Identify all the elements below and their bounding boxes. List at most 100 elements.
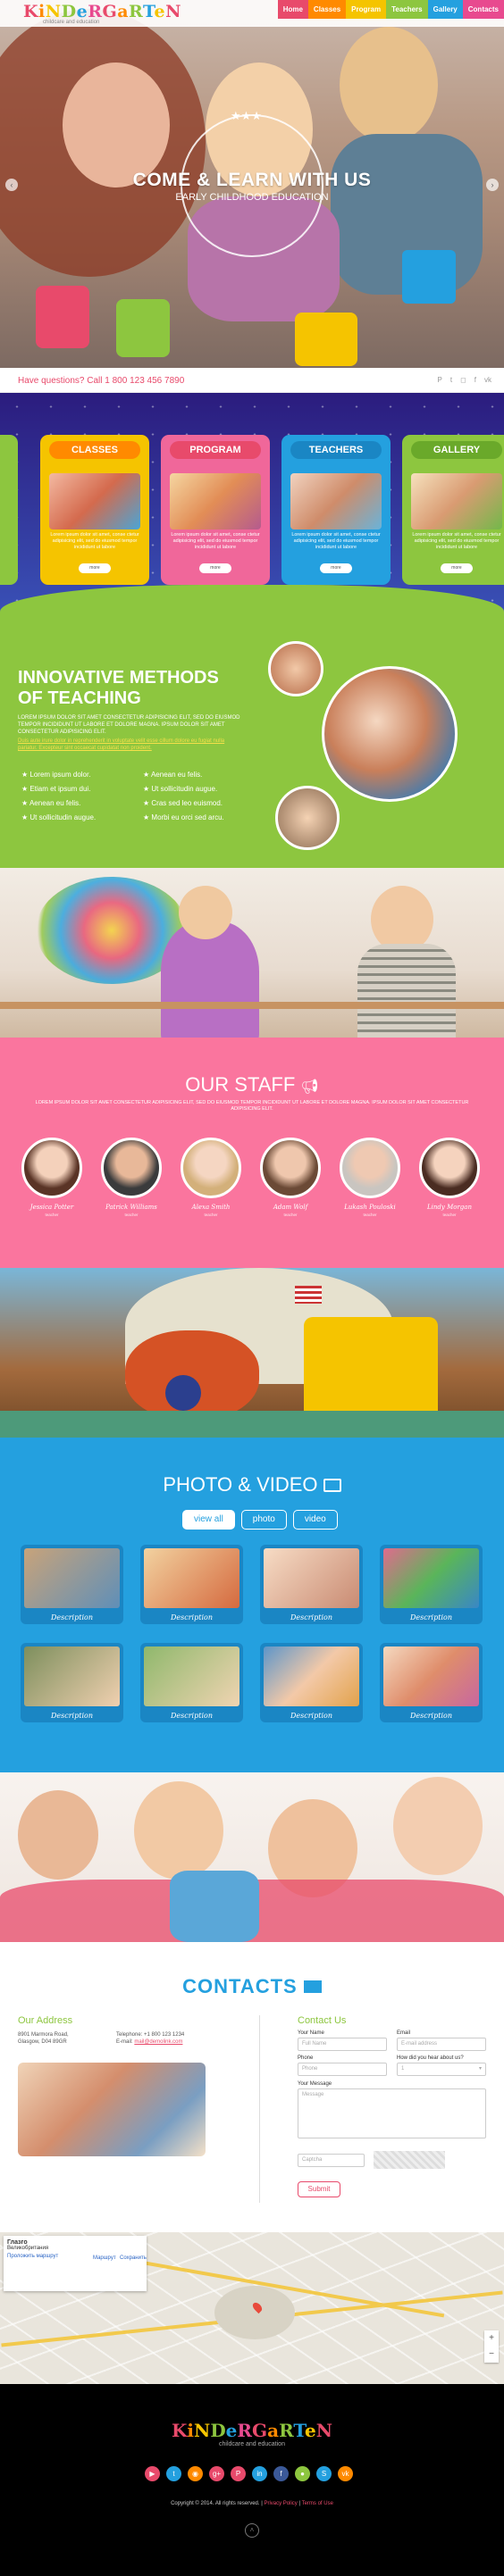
gallery-item[interactable]: Description — [260, 1545, 363, 1624]
facebook-icon[interactable]: f — [475, 376, 476, 384]
class-card-classes[interactable]: CLASSES Lorem ipsum dolor sit amet, cons… — [40, 435, 149, 585]
contact-form-heading: Contact Us — [298, 2015, 347, 2026]
member-name: Patrick Williams — [105, 1204, 157, 1211]
nav-classes[interactable]: Classes — [307, 0, 347, 19]
card-text: Lorem ipsum dolor sit amet, conse ctetur… — [50, 532, 139, 550]
gallery-image — [383, 1646, 479, 1706]
message-textarea[interactable]: Message — [298, 2088, 486, 2138]
rss-icon[interactable]: ◉ — [188, 2466, 203, 2481]
filter-view-all[interactable]: view all — [182, 1510, 235, 1530]
slider-prev-icon[interactable]: ‹ — [5, 179, 18, 191]
twitter-icon[interactable]: t — [450, 376, 452, 384]
gallery-item[interactable]: Description — [380, 1643, 483, 1722]
skype-icon[interactable]: S — [316, 2466, 332, 2481]
phone-input[interactable]: Phone — [298, 2063, 387, 2076]
youtube-icon[interactable]: ▶ — [145, 2466, 160, 2481]
staff-member[interactable]: Jessica Potter teacher — [21, 1138, 83, 1217]
email-link[interactable]: mail@demolink.com — [134, 2039, 182, 2045]
flickr-icon[interactable]: ● — [295, 2466, 310, 2481]
map-zoom-controls[interactable]: + − — [484, 2330, 499, 2363]
girl-head — [179, 886, 232, 939]
nav-contacts[interactable]: Contacts — [462, 0, 504, 19]
title-line-2: OF TEACHING — [18, 688, 141, 708]
card-title: PROGRAM — [170, 441, 261, 459]
staff-section: OUR STAFF 📢︎ LOREM IPSUM DOLOR SIT AMET … — [0, 1038, 504, 1268]
logo[interactable]: KiNDeRGaRTeN — [23, 2, 181, 21]
map-save-button[interactable]: Сохранить — [120, 2255, 147, 2261]
more-button[interactable]: more — [441, 563, 473, 573]
gallery-item[interactable]: Description — [140, 1643, 243, 1722]
gallery-item[interactable]: Description — [21, 1643, 123, 1722]
twitter-icon[interactable]: t — [166, 2466, 181, 2481]
google-plus-icon[interactable]: g+ — [209, 2466, 224, 2481]
nav-program[interactable]: Program — [346, 0, 387, 19]
chevron-down-icon: ▾ — [478, 2066, 482, 2072]
yellow-play-house — [304, 1317, 438, 1424]
staff-member[interactable]: Lukash Pouloski teacher — [339, 1138, 401, 1217]
nav-gallery[interactable]: Gallery — [427, 0, 463, 19]
innovative-photos — [268, 641, 474, 850]
gallery-image — [264, 1548, 359, 1608]
terms-link[interactable]: Terms of Use — [302, 2501, 333, 2506]
filter-video[interactable]: video — [292, 1510, 338, 1530]
gallery-caption: Description — [171, 1712, 213, 1720]
privacy-link[interactable]: Privacy Policy — [264, 2501, 297, 2506]
pinterest-icon[interactable]: P — [438, 376, 442, 384]
gallery-item[interactable]: Description — [260, 1643, 363, 1722]
hero-subtitle: EARLY CHILDHOOD EDUCATION — [175, 192, 329, 203]
shelf — [0, 1002, 504, 1009]
staff-title-text: OUR STAFF — [185, 1073, 296, 1096]
gallery-item[interactable]: Description — [140, 1545, 243, 1624]
staff-member[interactable]: Adam Wolf teacher — [259, 1138, 322, 1217]
list-item: Lorem ipsum dolor. — [21, 768, 96, 782]
map[interactable]: Глазго Великобритания Проложить маршрут … — [0, 2232, 504, 2384]
card-image — [290, 473, 382, 529]
submit-button[interactable]: Submit — [298, 2181, 340, 2197]
read-more-link[interactable]: Duis aute irure dolor in reprehenderit i… — [18, 738, 241, 752]
child-shirt-blue — [170, 1871, 259, 1942]
back-to-top-icon[interactable]: ˄ — [245, 2523, 259, 2538]
linkedin-icon[interactable]: in — [252, 2466, 267, 2481]
name-input[interactable]: Full Name — [298, 2038, 387, 2051]
staff-member[interactable]: Patrick Williams teacher — [100, 1138, 163, 1217]
nav-home[interactable]: Home — [277, 0, 308, 19]
floor — [0, 1411, 504, 1438]
how-heard-select[interactable]: 1 ▾ — [397, 2063, 486, 2076]
vk-icon[interactable]: vk — [484, 376, 491, 384]
footer-logo[interactable]: KiNDeRGaRTeN — [0, 2420, 504, 2441]
slider-next-icon[interactable]: › — [486, 179, 499, 191]
more-button[interactable]: more — [79, 563, 111, 573]
how-heard-label: How did you hear about us? — [397, 2055, 464, 2061]
staff-member[interactable]: Lindy Morgan teacher — [418, 1138, 481, 1217]
select-value: 1 — [401, 2066, 405, 2072]
list-item: Ut sollicitudin augue. — [21, 811, 96, 825]
gallery-caption: Description — [171, 1613, 213, 1621]
gallery-title-text: PHOTO & VIDEO — [163, 1473, 318, 1496]
avatar — [260, 1138, 321, 1198]
list-item: Etiam et ipsum dui. — [21, 782, 96, 796]
pinterest-icon[interactable]: P — [231, 2466, 246, 2481]
card-title: CLASSES — [49, 441, 140, 459]
child-photo-small — [268, 641, 323, 696]
captcha-input[interactable]: Captcha — [298, 2154, 365, 2167]
filter-photo[interactable]: photo — [240, 1510, 287, 1530]
class-card-gallery[interactable]: GALLERY Lorem ipsum dolor sit amet, cons… — [402, 435, 504, 585]
map-route-button[interactable]: Маршрут — [93, 2255, 116, 2261]
vk-icon[interactable]: vk — [338, 2466, 353, 2481]
contact-photo — [18, 2063, 206, 2156]
class-card-partial-left — [0, 435, 18, 585]
gallery-item[interactable]: Description — [21, 1545, 123, 1624]
facebook-icon[interactable]: f — [273, 2466, 289, 2481]
gallery-item[interactable]: Description — [380, 1545, 483, 1624]
class-card-teachers[interactable]: TEACHERS Lorem ipsum dolor sit amet, con… — [281, 435, 391, 585]
nav-teachers[interactable]: Teachers — [386, 0, 428, 19]
more-button[interactable]: more — [199, 563, 231, 573]
email-input[interactable]: E-mail address — [397, 2038, 486, 2051]
class-card-program[interactable]: PROGRAM Lorem ipsum dolor sit amet, cons… — [161, 435, 270, 585]
address-line: Glasgow, D04 89GR — [18, 2039, 67, 2045]
footer-logo-subtitle: childcare and education — [219, 2441, 285, 2447]
instagram-icon[interactable]: ◻ — [460, 376, 466, 384]
member-name: Jessica Potter — [29, 1204, 74, 1211]
more-button[interactable]: more — [320, 563, 352, 573]
staff-member[interactable]: Alexa Smith teacher — [180, 1138, 242, 1217]
